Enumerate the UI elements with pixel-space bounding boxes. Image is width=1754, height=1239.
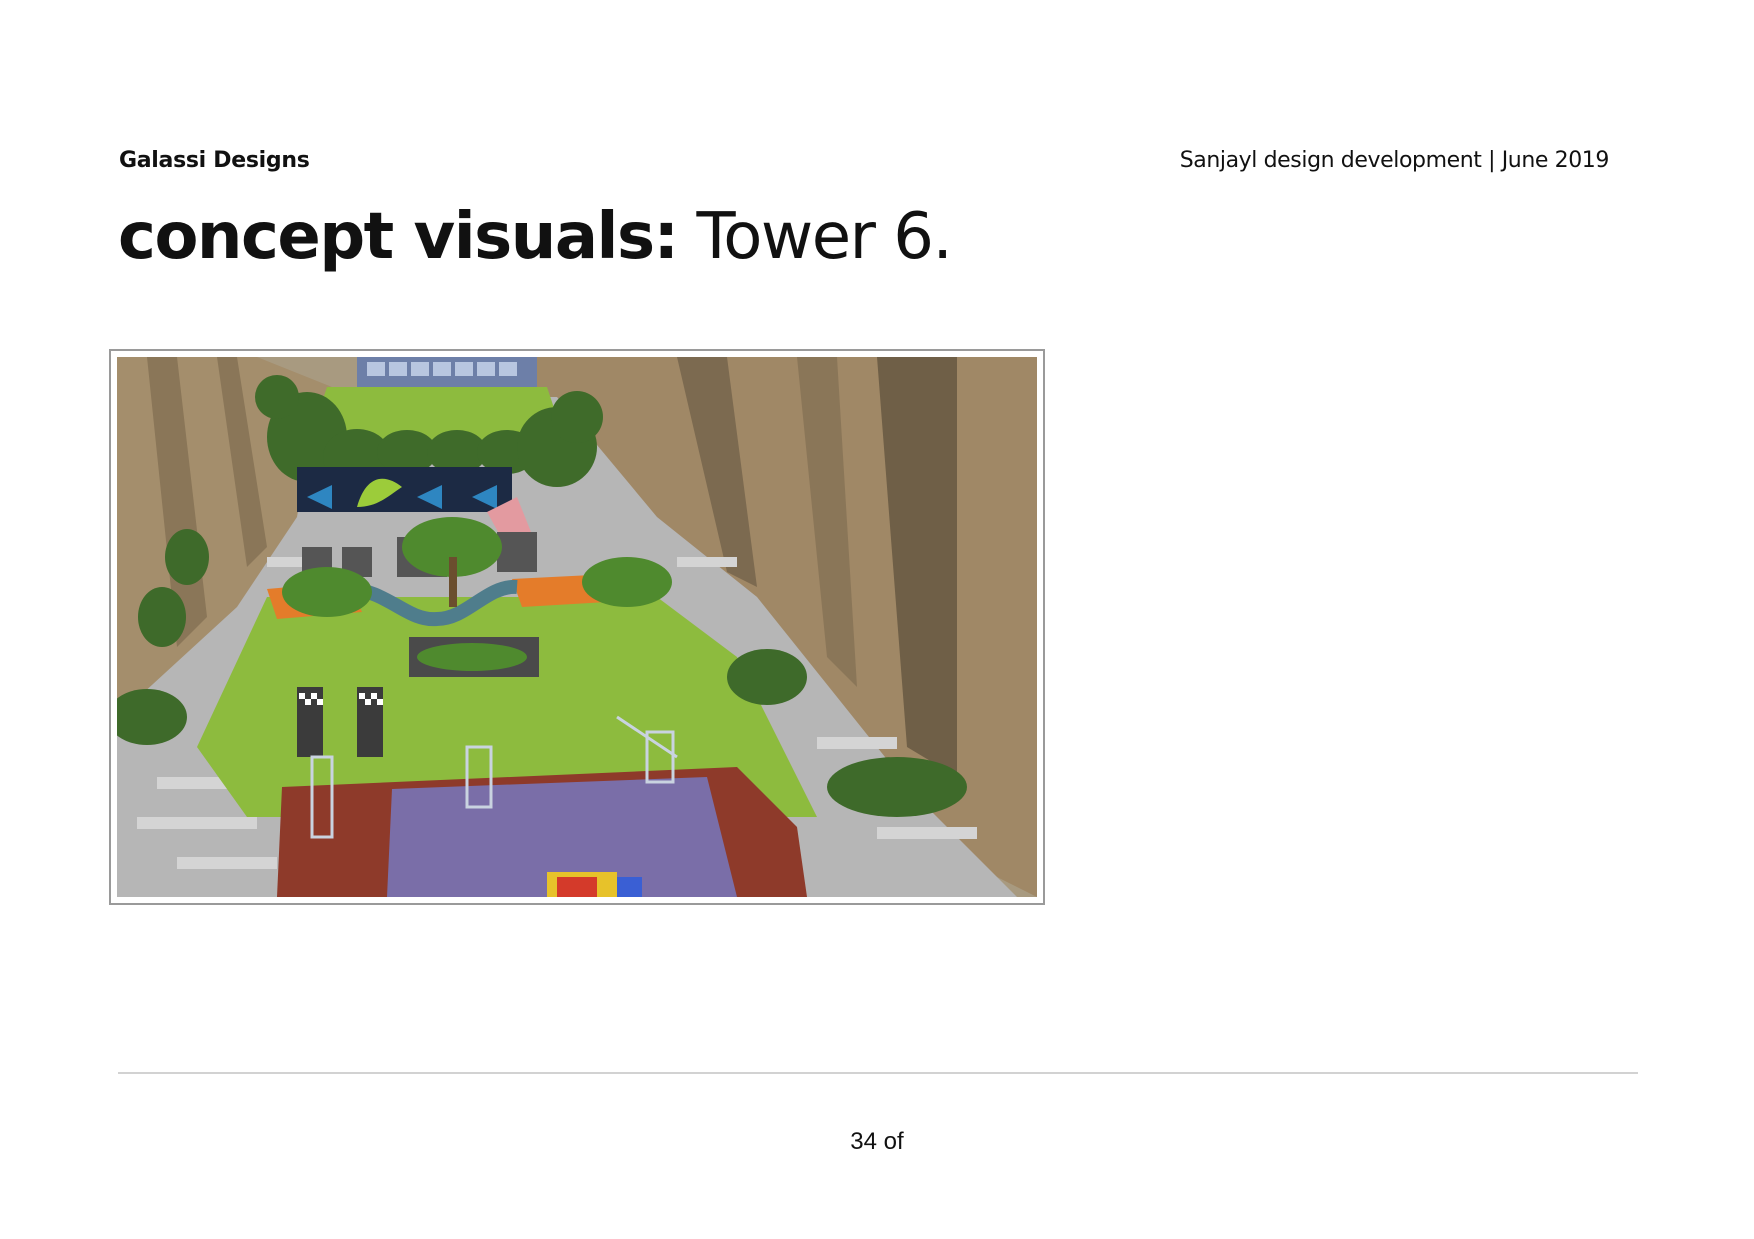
page-title-light: Tower 6. <box>677 200 952 274</box>
page-title: concept visuals: Tower 6. <box>118 205 953 269</box>
concept-visual-frame <box>109 349 1045 905</box>
page-number: 34 of <box>850 1128 904 1155</box>
document-info: Sanjayl design development | June 2019 <box>1179 148 1610 173</box>
courtyard-render-image <box>117 357 1037 897</box>
footer-divider <box>118 1072 1638 1074</box>
page-title-bold: concept visuals: <box>118 200 679 274</box>
company-name: Galassi Designs <box>119 148 310 173</box>
